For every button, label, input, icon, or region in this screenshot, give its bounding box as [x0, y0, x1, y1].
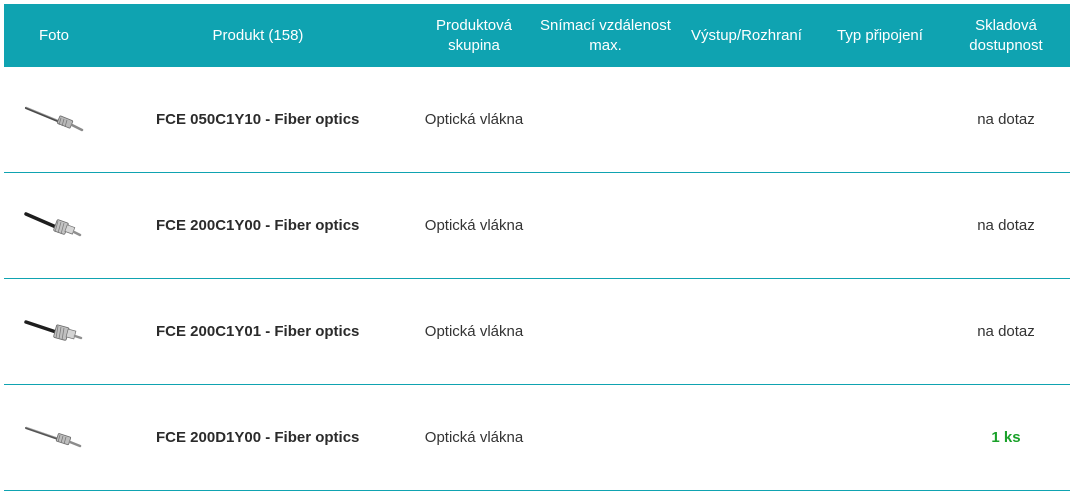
product-photo-cell: [4, 100, 104, 140]
product-name-link[interactable]: FCE 200C1Y00 - Fiber optics: [104, 217, 412, 234]
fiber-optic-sensor-thin-icon[interactable]: [22, 418, 86, 458]
product-name-link[interactable]: FCE 200C1Y01 - Fiber optics: [104, 323, 412, 340]
product-group: Optická vlákna: [424, 429, 524, 446]
column-header-foto: Foto: [38, 26, 69, 44]
column-header-output[interactable]: Výstup/Rozhraní: [675, 26, 818, 46]
table-row[interactable]: FCE 200D1Y00 - Fiber optics Optická vlák…: [4, 385, 1070, 491]
column-header-connection[interactable]: Typ připojení: [818, 26, 942, 46]
stock-availability: na dotaz: [977, 111, 1035, 128]
column-header-product[interactable]: Produkt (158): [104, 26, 412, 46]
table-row[interactable]: FCE 050C1Y10 - Fiber optics Optická vlák…: [4, 67, 1070, 173]
fiber-optic-sensor-icon[interactable]: [22, 312, 86, 352]
product-name-link[interactable]: FCE 050C1Y10 - Fiber optics: [104, 111, 412, 128]
product-photo-cell: [4, 312, 104, 352]
table-row[interactable]: FCE 200C1Y01 - Fiber optics Optická vlák…: [4, 279, 1070, 385]
product-photo-cell: [4, 418, 104, 458]
product-name-link[interactable]: FCE 200D1Y00 - Fiber optics: [104, 429, 412, 446]
product-photo-cell: [4, 206, 104, 246]
table-header: Foto Produkt (158) Produktová skupina Sn…: [4, 4, 1070, 67]
fiber-optic-sensor-icon[interactable]: [22, 206, 86, 246]
table-row[interactable]: FCE 200C1Y00 - Fiber optics Optická vlák…: [4, 173, 1070, 279]
column-header-stock[interactable]: Skladová dostupnost: [942, 16, 1070, 56]
stock-availability-in-stock: 1 ks: [991, 429, 1021, 446]
product-group: Optická vlákna: [424, 217, 524, 234]
product-group: Optická vlákna: [424, 111, 524, 128]
product-table: Foto Produkt (158) Produktová skupina Sn…: [4, 4, 1070, 491]
column-header-group[interactable]: Produktová skupina: [412, 16, 536, 56]
fiber-optic-sensor-thin-icon[interactable]: [22, 100, 86, 140]
product-group: Optická vlákna: [424, 323, 524, 340]
stock-availability: na dotaz: [977, 323, 1035, 340]
stock-availability: na dotaz: [977, 217, 1035, 234]
column-header-distance[interactable]: Snímací vzdálenost max.: [536, 16, 675, 56]
